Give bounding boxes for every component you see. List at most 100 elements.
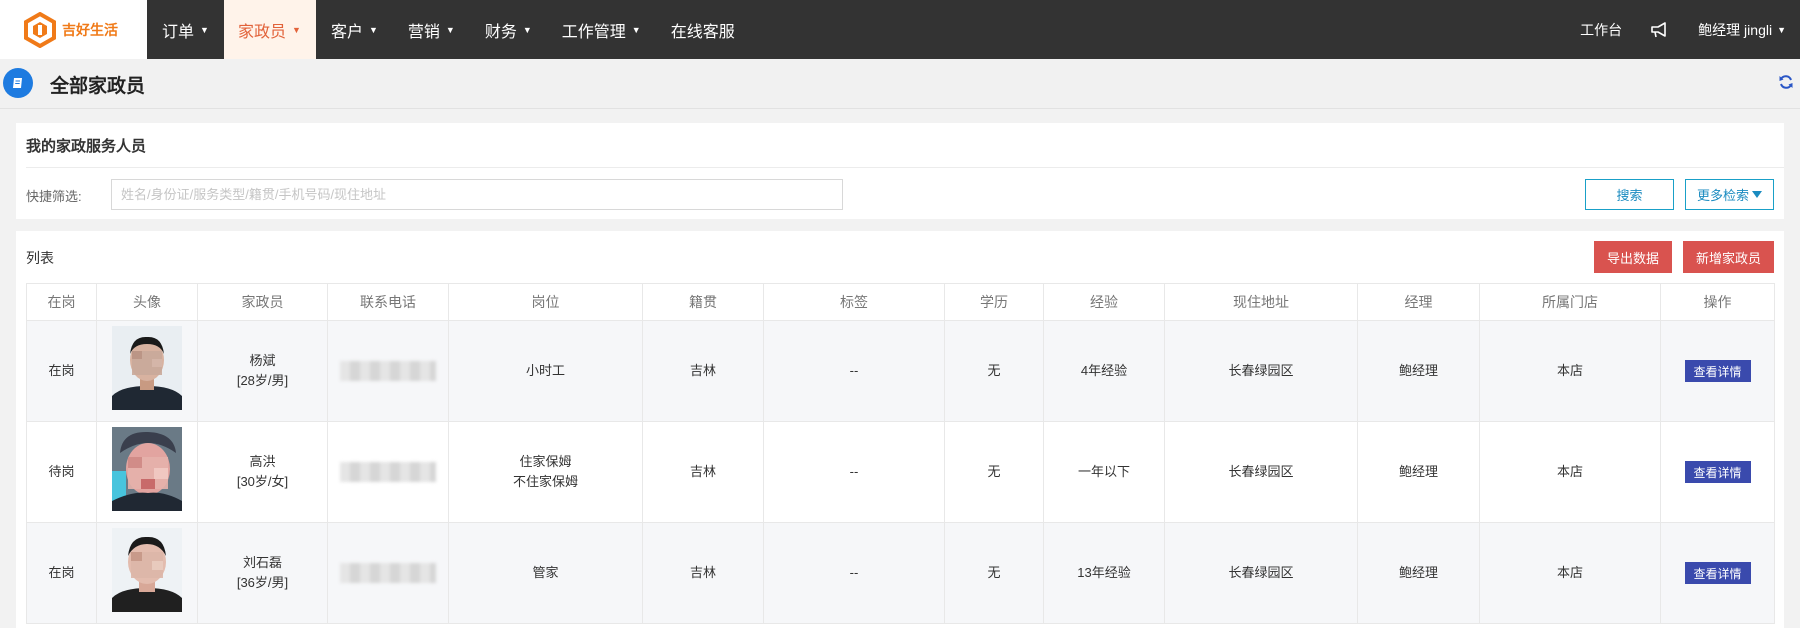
notification-button[interactable] (1636, 21, 1684, 38)
nav-item-customers[interactable]: 客户 ▼ (316, 0, 393, 59)
nav-item-marketing[interactable]: 营销 ▼ (393, 0, 470, 59)
refresh-icon[interactable] (1778, 74, 1794, 90)
hometown-cell: 吉林 (642, 522, 764, 624)
action-cell: 查看详情 (1660, 320, 1775, 422)
nav-item-online-service[interactable]: 在线客服 (656, 0, 750, 59)
experience-cell: 13年经验 (1043, 522, 1165, 624)
staff-info: [30岁/女] (236, 474, 289, 489)
staff-info: [28岁/男] (236, 373, 289, 388)
hometown-cell: 吉林 (642, 421, 764, 523)
user-menu[interactable]: 鲍经理 jingli ▼ (1684, 20, 1800, 40)
page-header: 全部家政员 (0, 59, 1800, 109)
experience-cell: 4年经验 (1043, 320, 1165, 422)
staff-cell: 刘石磊 [36岁/男] (197, 522, 328, 624)
nav-item-staff[interactable]: 家政员 ▼ (223, 0, 316, 59)
view-details-button[interactable]: 查看详情 (1684, 562, 1751, 584)
caret-down-icon: ▼ (200, 24, 209, 35)
page-title: 全部家政员 (50, 76, 146, 97)
workbench-label: 工作台 (1580, 21, 1623, 38)
column-header: 头像 (96, 283, 198, 321)
column-header: 现住地址 (1164, 283, 1358, 321)
column-header: 联系电话 (327, 283, 449, 321)
more-search-button[interactable]: 更多检索 (1685, 179, 1774, 210)
status-cell: 在岗 (26, 522, 97, 624)
nav-item-finance[interactable]: 财务 ▼ (470, 0, 547, 59)
view-details-label: 查看详情 (1693, 364, 1742, 379)
view-details-button[interactable]: 查看详情 (1684, 360, 1751, 382)
phone-cell (327, 320, 449, 422)
nav-item-label: 客户 (330, 23, 363, 41)
address-cell: 长春绿园区 (1164, 421, 1358, 523)
avatar[interactable] (112, 528, 182, 612)
list-panel: 列表 导出数据 新增家政员 在岗 头像 家政员 联系电话 岗位 籍贯 标签 学历… (16, 231, 1784, 628)
education-cell: 无 (944, 421, 1044, 523)
avatar-cell (96, 522, 198, 624)
workbench-link[interactable]: 工作台 (1566, 20, 1636, 40)
add-staff-label: 新增家政员 (1695, 250, 1761, 266)
book-icon (3, 68, 33, 98)
more-search-label: 更多检索 (1696, 188, 1749, 203)
nav-item-work-management[interactable]: 工作管理 ▼ (547, 0, 656, 59)
search-button-label: 搜索 (1616, 188, 1643, 203)
action-cell: 查看详情 (1660, 421, 1775, 523)
view-details-button[interactable]: 查看详情 (1684, 461, 1751, 483)
view-details-label: 查看详情 (1693, 465, 1742, 480)
staff-name: 杨斌 (249, 353, 276, 368)
caret-down-icon: ▼ (1777, 24, 1786, 35)
manager-cell: 鲍经理 (1357, 421, 1480, 523)
view-details-label: 查看详情 (1693, 566, 1742, 581)
column-header: 所属门店 (1479, 283, 1661, 321)
hometown-cell: 吉林 (642, 320, 764, 422)
quick-filter-input[interactable] (111, 179, 843, 210)
avatar[interactable] (112, 326, 182, 410)
filter-panel: 我的家政服务人员 快捷筛选: 搜索 更多检索 (16, 123, 1784, 219)
action-cell: 查看详情 (1660, 522, 1775, 624)
triangle-down-icon (1752, 191, 1762, 198)
table-header-row: 在岗 头像 家政员 联系电话 岗位 籍贯 标签 学历 经验 现住地址 经理 所属… (26, 283, 1775, 321)
column-header: 学历 (944, 283, 1044, 321)
column-header: 籍贯 (642, 283, 764, 321)
staff-name: 高洪 (249, 454, 276, 469)
tags-cell: -- (763, 320, 945, 422)
filter-label: 快捷筛选: (26, 189, 82, 204)
nav-item-label: 在线客服 (670, 23, 735, 41)
store-cell: 本店 (1479, 421, 1661, 523)
position-cell: 小时工 (448, 320, 643, 422)
search-button[interactable]: 搜索 (1585, 179, 1674, 210)
nav-item-label: 营销 (407, 23, 440, 41)
status-cell: 待岗 (26, 421, 97, 523)
position: 不住家保姆 (512, 474, 578, 489)
table-row: 待岗 高洪 [30岁/女] 住家保姆 不住家保姆 吉林 -- 无 一年以下 长春… (26, 421, 1775, 523)
column-header: 操作 (1660, 283, 1775, 321)
experience-cell: 一年以下 (1043, 421, 1165, 523)
phone-blurred (340, 462, 436, 482)
tags-cell: -- (763, 522, 945, 624)
logo[interactable]: 吉好生活 (0, 0, 147, 59)
education-cell: 无 (944, 320, 1044, 422)
divider (26, 167, 1784, 168)
logo-text: 吉好生活 (62, 21, 118, 38)
nav-item-label: 家政员 (237, 23, 286, 41)
nav-right: 工作台 鲍经理 jingli ▼ (1566, 0, 1800, 59)
avatar[interactable] (112, 427, 182, 511)
position: 管家 (532, 565, 559, 580)
add-staff-button[interactable]: 新增家政员 (1683, 241, 1774, 273)
column-header: 在岗 (26, 283, 97, 321)
phone-cell (327, 421, 449, 523)
export-button[interactable]: 导出数据 (1594, 241, 1672, 273)
nav-item-label: 财务 (484, 23, 517, 41)
table-row: 在岗 刘石磊 [36岁/男] 管家 吉林 -- 无 13年经验 长春绿园区 鲍经… (26, 522, 1775, 624)
status-cell: 在岗 (26, 320, 97, 422)
tags-cell: -- (763, 421, 945, 523)
list-title: 列表 (26, 250, 54, 266)
phone-blurred (340, 563, 436, 583)
nav-item-orders[interactable]: 订单 ▼ (147, 0, 224, 59)
megaphone-icon (1651, 21, 1666, 37)
panel-title: 我的家政服务人员 (26, 138, 147, 155)
column-header: 经理 (1357, 283, 1480, 321)
export-button-label: 导出数据 (1606, 250, 1659, 266)
position: 住家保姆 (519, 454, 572, 469)
caret-down-icon: ▼ (291, 24, 301, 35)
staff-name: 刘石磊 (242, 555, 282, 570)
staff-table: 在岗 头像 家政员 联系电话 岗位 籍贯 标签 学历 经验 现住地址 经理 所属… (26, 283, 1775, 624)
